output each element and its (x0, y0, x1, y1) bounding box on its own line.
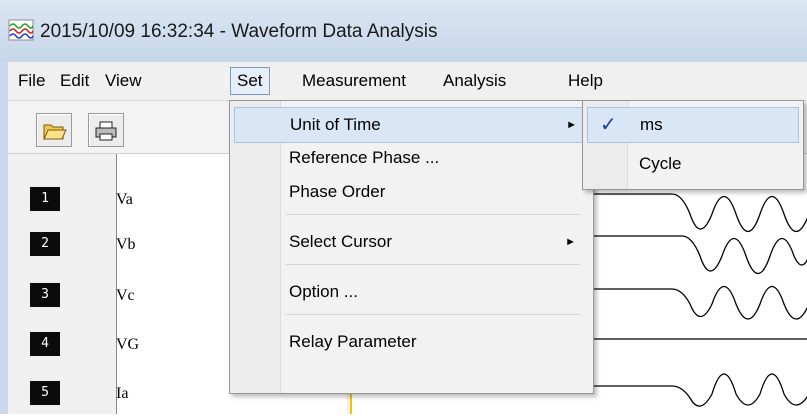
submenu-item-cycle[interactable]: Cycle (587, 147, 797, 181)
window-title: 2015/10/09 16:32:34 - Waveform Data Anal… (40, 21, 438, 42)
channel-number-badge[interactable]: 3 (30, 283, 60, 307)
open-file-button[interactable] (36, 113, 72, 147)
menu-item-label: Reference Phase ... (289, 148, 440, 167)
menu-item-reference-phase[interactable]: Reference Phase ... (234, 141, 588, 175)
menu-item-unit-of-time[interactable]: Unit of Time ► (234, 107, 590, 143)
checkmark-icon: ✓ (600, 114, 617, 136)
channel-number-badge[interactable]: 2 (30, 232, 60, 256)
title-bar: 2015/10/09 16:32:34 - Waveform Data Anal… (0, 0, 807, 62)
open-folder-icon (43, 124, 67, 140)
menu-bar: File Edit View Set Measurement Analysis … (8, 62, 807, 101)
unit-of-time-submenu: ✓ ms Cycle (582, 100, 804, 190)
submenu-item-label: ms (640, 115, 663, 134)
menu-item-phase-order[interactable]: Phase Order (234, 175, 588, 209)
menu-separator (286, 314, 580, 315)
print-button[interactable] (88, 113, 124, 147)
menu-separator (286, 214, 580, 215)
channel-number-badge[interactable]: 1 (30, 187, 60, 211)
menu-view[interactable]: View (99, 68, 148, 94)
menu-separator (286, 264, 580, 265)
waveform-app-icon (8, 19, 34, 41)
print-icon (95, 121, 117, 141)
menu-item-label: Option ... (289, 282, 358, 301)
submenu-arrow-icon: ► (565, 236, 576, 248)
channel-number-badge[interactable]: 5 (30, 381, 60, 405)
channel-name: VG (116, 336, 140, 353)
menu-analysis[interactable]: Analysis (437, 68, 512, 94)
channel-name: Va (116, 191, 133, 208)
menu-item-label: Relay Parameter (289, 332, 417, 351)
menu-item-relay-parameter[interactable]: Relay Parameter (234, 325, 588, 359)
menu-item-label: Phase Order (289, 182, 386, 201)
menu-item-select-cursor[interactable]: Select Cursor ► (234, 225, 588, 259)
submenu-item-ms[interactable]: ✓ ms (587, 107, 799, 143)
menu-file[interactable]: File (12, 68, 51, 94)
channel-name: Vb (116, 236, 136, 253)
channel-name: Ia (116, 385, 129, 402)
channel-number-badge[interactable]: 4 (30, 332, 60, 356)
menu-item-option[interactable]: Option ... (234, 275, 588, 309)
menu-edit[interactable]: Edit (54, 68, 95, 94)
window-frame-left (0, 62, 8, 414)
menu-item-label: Select Cursor (289, 232, 392, 251)
submenu-arrow-icon: ► (566, 119, 577, 131)
menu-set[interactable]: Set (230, 67, 270, 95)
menu-measurement[interactable]: Measurement (296, 68, 412, 94)
submenu-item-label: Cycle (639, 154, 682, 173)
channel-name: Vc (116, 287, 135, 304)
menu-help[interactable]: Help (562, 68, 609, 94)
set-dropdown-menu: Unit of Time ► Reference Phase ... Phase… (229, 100, 594, 394)
menu-item-label: Unit of Time (290, 115, 381, 134)
